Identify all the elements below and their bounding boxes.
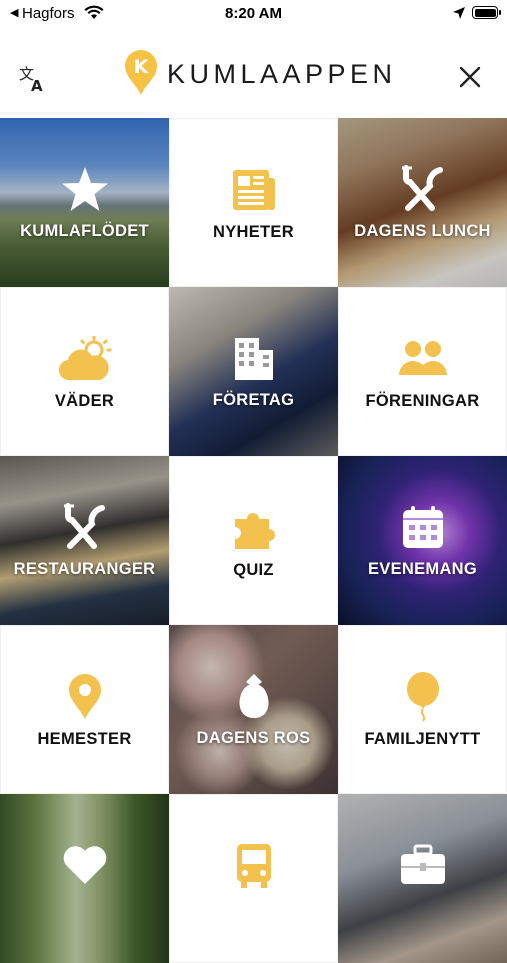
tile-label: DAGENS ROS [196,729,311,747]
bus-icon [170,841,337,891]
tile-evenemang[interactable]: EVENEMANG [338,456,507,625]
tile-label: KUMLAFLÖDET [20,222,149,240]
tile-quiz[interactable]: QUIZ [169,456,338,625]
tile-vader[interactable]: VÄDER [0,287,169,456]
tile-label: FÖRETAG [212,391,295,409]
app-logo-pin: K [125,50,157,95]
status-bar: ◀ Hagfors 8:20 AM [0,0,507,28]
puzzle-icon [170,503,337,553]
tile-label: EVENEMANG [367,560,478,578]
partly-cloudy-icon [1,334,168,384]
tile-label: FAMILJENYTT [364,730,481,748]
battery-icon [472,6,501,19]
tile-label: HEMESTER [37,730,132,748]
tile-familjenytt[interactable]: FAMILJENYTT [338,625,507,794]
svg-text:A: A [31,77,43,94]
people-icon [339,334,506,384]
tile-heart[interactable] [0,794,169,963]
building-icon [169,333,338,383]
close-icon[interactable] [458,65,482,89]
tile-bus[interactable] [169,794,338,963]
tile-dagens-lunch[interactable]: DAGENS LUNCH [338,118,507,287]
app-header: 文 A K KUMLAAPPEN [0,28,507,119]
tile-label: VÄDER [54,392,115,410]
calendar-icon [338,502,507,552]
fork-knife-icon [0,502,169,552]
heart-icon [0,840,169,890]
newspaper-icon [170,165,337,215]
tile-label: FÖRENINGAR [365,392,480,410]
tile-label: DAGENS LUNCH [354,222,491,240]
tile-dagens-ros[interactable]: DAGENS ROS [169,625,338,794]
clock: 8:20 AM [225,5,282,22]
menu-grid: KUMLAFLÖDET NYHETER DAGENS LUNCH VÄDER F… [0,118,507,963]
flower-icon [169,671,338,721]
balloon-icon [339,672,506,722]
star-icon [0,164,169,214]
tile-restauranger[interactable]: RESTAURANGER [0,456,169,625]
tile-nyheter[interactable]: NYHETER [169,118,338,287]
tile-label: QUIZ [233,561,274,579]
tile-label: RESTAURANGER [13,560,156,578]
tile-briefcase[interactable] [338,794,507,963]
fork-knife-icon [338,164,507,214]
translate-icon[interactable]: 文 A [18,64,48,94]
tile-hemester[interactable]: HEMESTER [0,625,169,794]
tile-foreningar[interactable]: FÖRENINGAR [338,287,507,456]
tile-kumlafloedet[interactable]: KUMLAFLÖDET [0,118,169,287]
tile-foretag[interactable]: FÖRETAG [169,287,338,456]
app-title: KUMLAAPPEN [167,59,397,89]
tile-label: NYHETER [213,223,294,241]
briefcase-icon [338,840,507,890]
svg-text:K: K [134,56,150,78]
map-pin-icon [1,672,168,722]
location-arrow-icon [453,7,465,19]
